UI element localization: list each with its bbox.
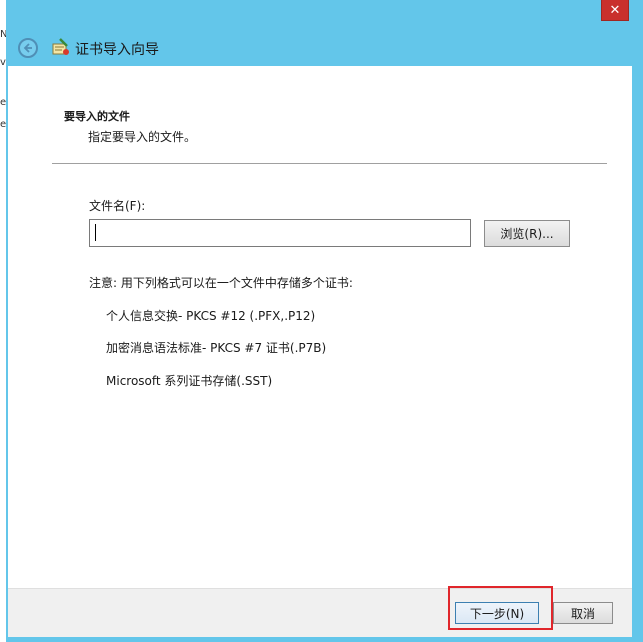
section-description: 指定要导入的文件。 (88, 130, 197, 144)
close-button[interactable]: ✕ (601, 0, 629, 21)
back-arrow-icon (23, 43, 32, 53)
back-button[interactable] (18, 38, 38, 58)
next-button-highlight (448, 586, 553, 630)
file-name-label: 文件名(F): (89, 199, 146, 213)
wizard-title: 证书导入向导 (75, 42, 159, 58)
format-item-sst: Microsoft 系列证书存储(.SST) (106, 374, 273, 388)
certificate-import-wizard-window: ✕ 证书导入向导 要导入的文件 指定要导入的文件。 文件名(F): 浏览(R).… (6, 0, 643, 642)
file-name-input[interactable] (89, 219, 471, 247)
text-caret (95, 224, 96, 241)
format-item-p7b: 加密消息语法标准- PKCS #7 证书(.P7B) (106, 341, 327, 355)
format-note: 注意: 用下列格式可以在一个文件中存储多个证书: (89, 276, 353, 290)
wizard-content: 要导入的文件 指定要导入的文件。 文件名(F): 浏览(R)... 注意: 用下… (8, 66, 632, 636)
format-item-pfx: 个人信息交换- PKCS #12 (.PFX,.P12) (106, 309, 316, 323)
certificate-wizard-icon (52, 38, 69, 55)
wizard-header: 证书导入向导 (6, 30, 643, 66)
divider (52, 163, 607, 164)
browse-button[interactable]: 浏览(R)... (484, 220, 570, 247)
cancel-button[interactable]: 取消 (553, 602, 613, 624)
section-header: 要导入的文件 (64, 110, 130, 123)
